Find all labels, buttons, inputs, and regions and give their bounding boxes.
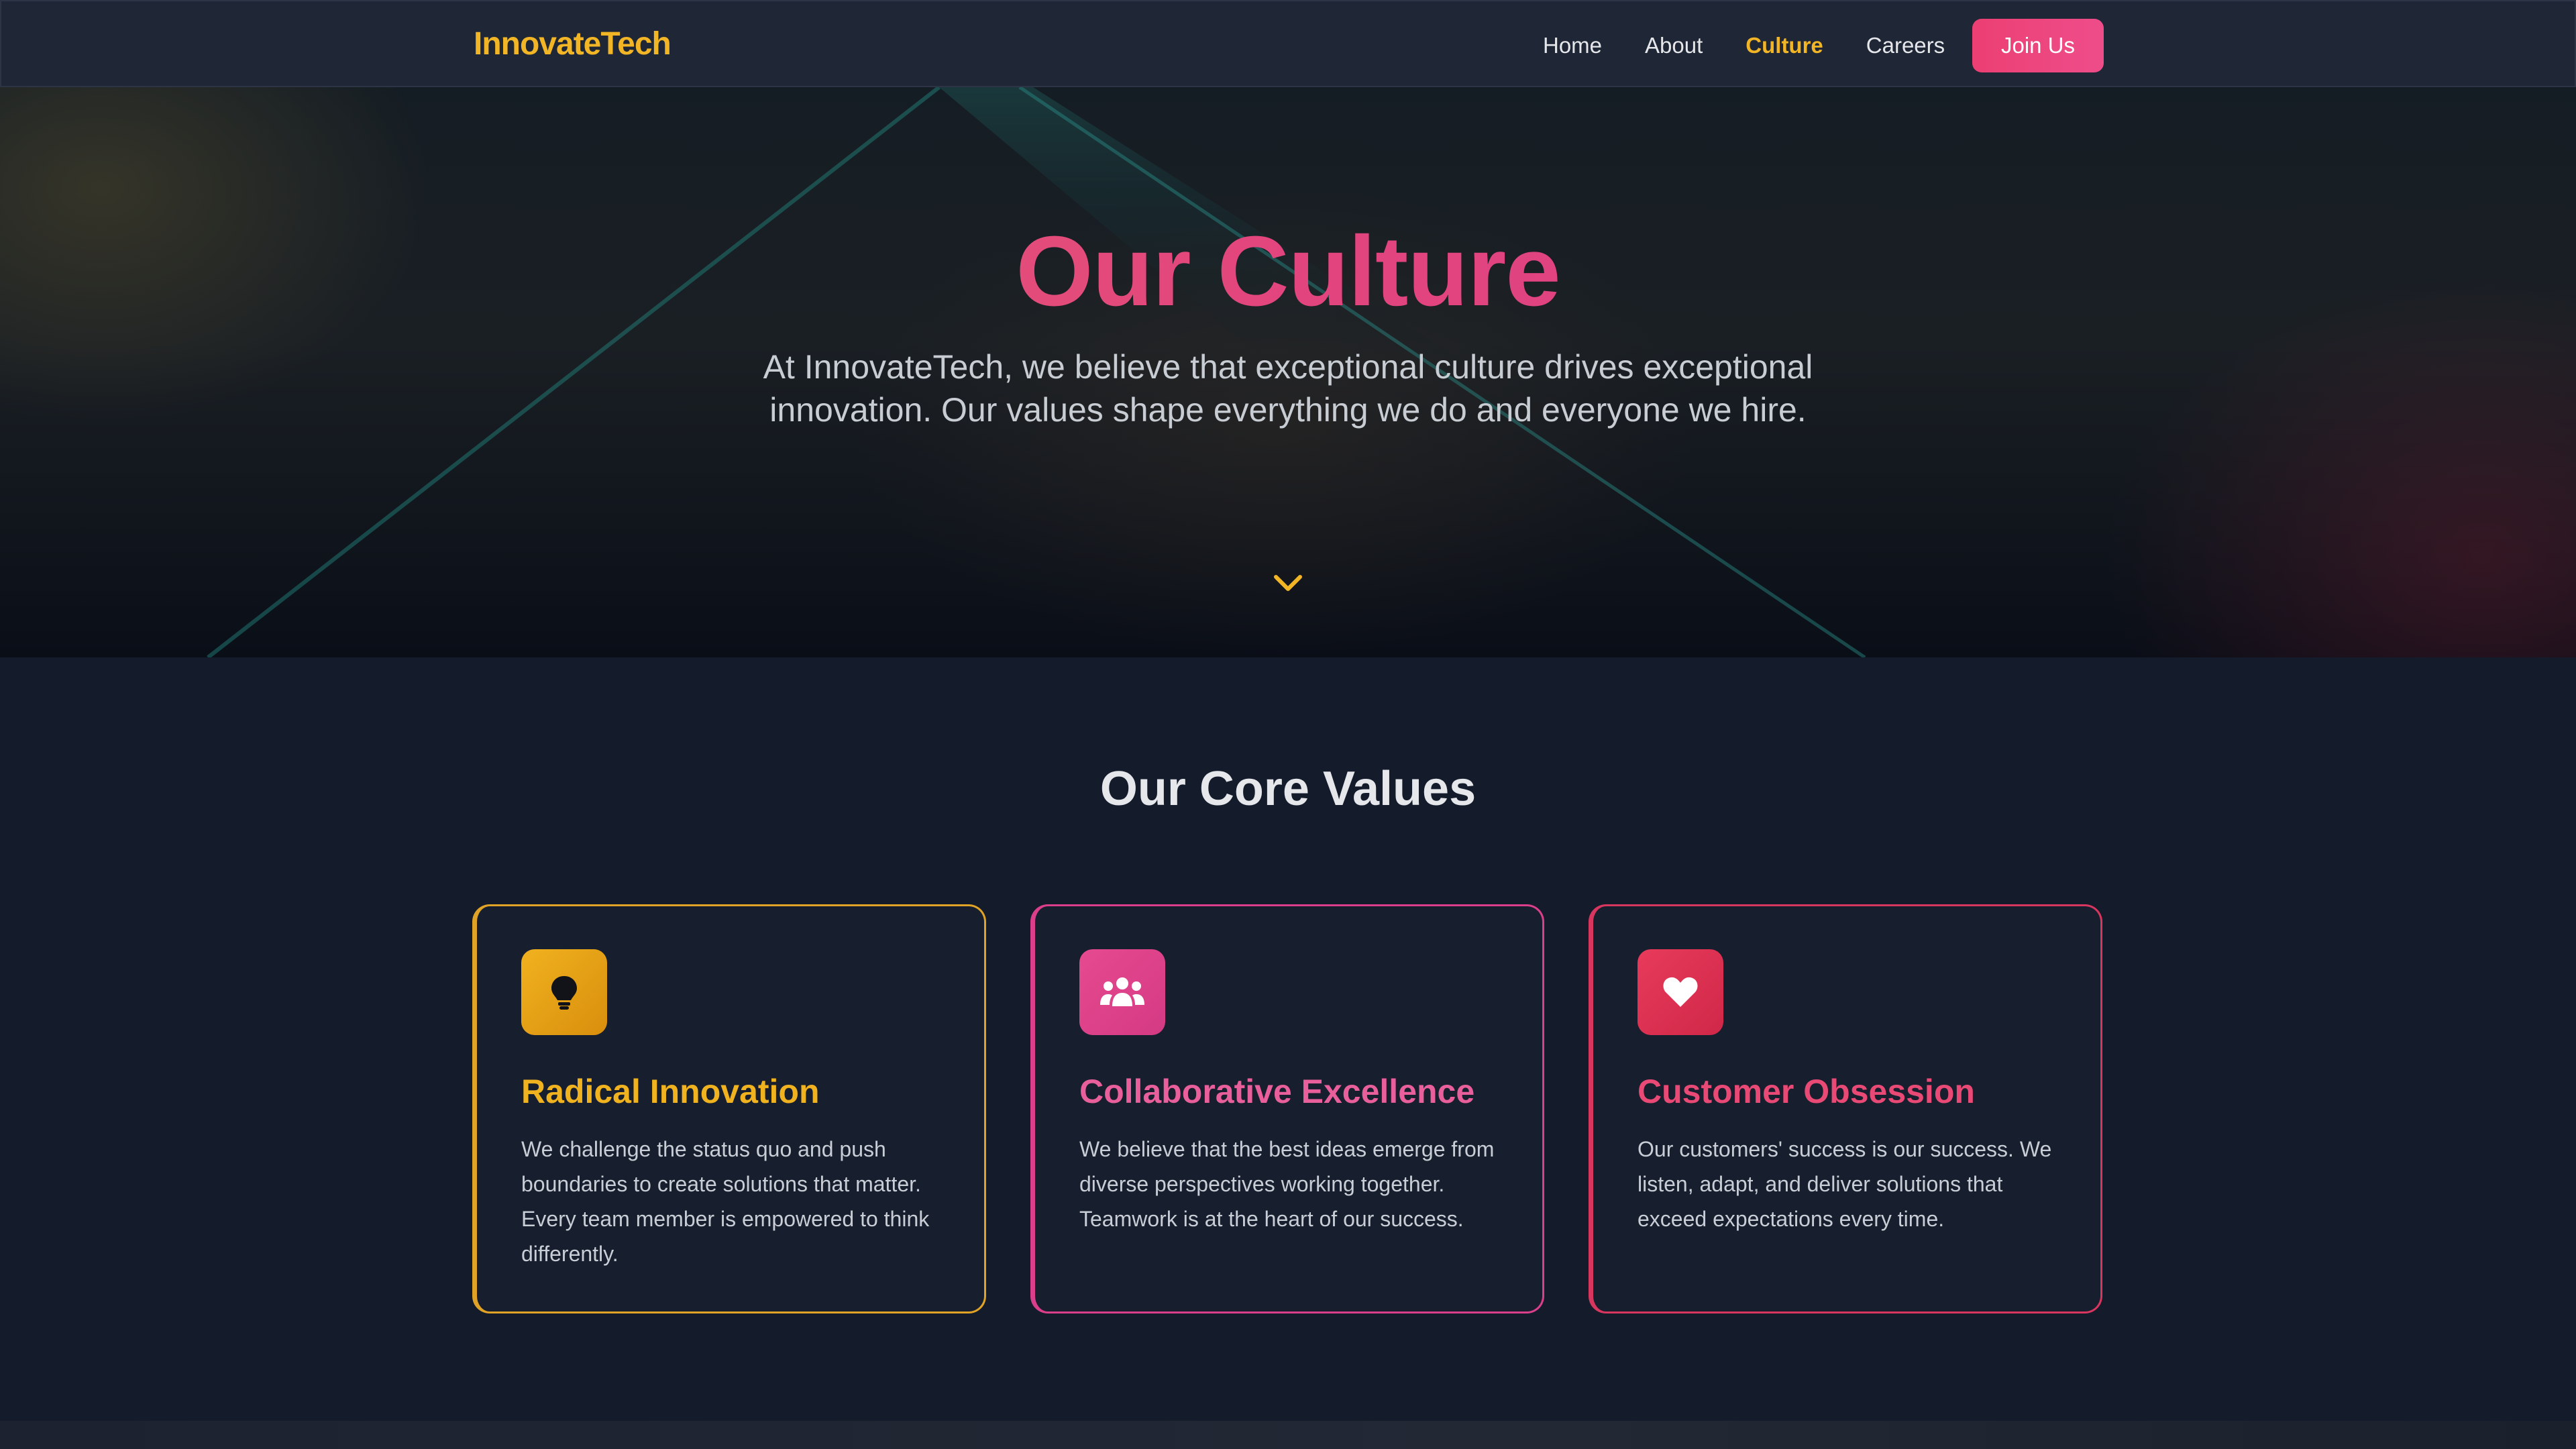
card-title: Customer Obsession (1638, 1073, 1975, 1110)
users-icon (1079, 949, 1165, 1035)
brand-logo[interactable]: InnovateTech (474, 25, 672, 62)
value-card-radical-innovation: Radical Innovation We challenge the stat… (472, 904, 986, 1313)
nav-link-culture[interactable]: Culture (1746, 30, 1823, 62)
card-title: Collaborative Excellence (1079, 1073, 1475, 1110)
nav-link-about[interactable]: About (1645, 30, 1703, 62)
hero-section: Our Culture At InnovateTech, we believe … (0, 87, 2576, 657)
card-title: Radical Innovation (521, 1073, 820, 1110)
hero-subtitle: At InnovateTech, we believe that excepti… (763, 348, 1813, 429)
lightbulb-icon (521, 949, 607, 1035)
value-card-customer-obsession: Customer Obsession Our customers' succes… (1589, 904, 2102, 1313)
navbar: InnovateTech Home About Culture Careers … (0, 0, 2576, 87)
hero-title: Our Culture (0, 215, 2576, 329)
join-us-button[interactable]: Join Us (1972, 19, 2104, 72)
core-values-title: Our Core Values (1099, 762, 1477, 816)
next-section-edge (0, 1421, 2576, 1449)
nav-link-home[interactable]: Home (1543, 30, 1602, 62)
value-card-collaborative-excellence: Collaborative Excellence We believe that… (1030, 904, 1544, 1313)
card-description: We challenge the status quo and push bou… (521, 1137, 930, 1266)
chevron-down-icon[interactable] (1272, 570, 1304, 597)
heart-icon (1638, 949, 1723, 1035)
card-description: Our customers' success is our success. W… (1638, 1137, 2052, 1231)
nav-links: Home About Culture Careers (1543, 30, 1988, 62)
card-description: We believe that the best ideas emerge fr… (1079, 1137, 1495, 1231)
nav-link-careers[interactable]: Careers (1866, 30, 1945, 62)
